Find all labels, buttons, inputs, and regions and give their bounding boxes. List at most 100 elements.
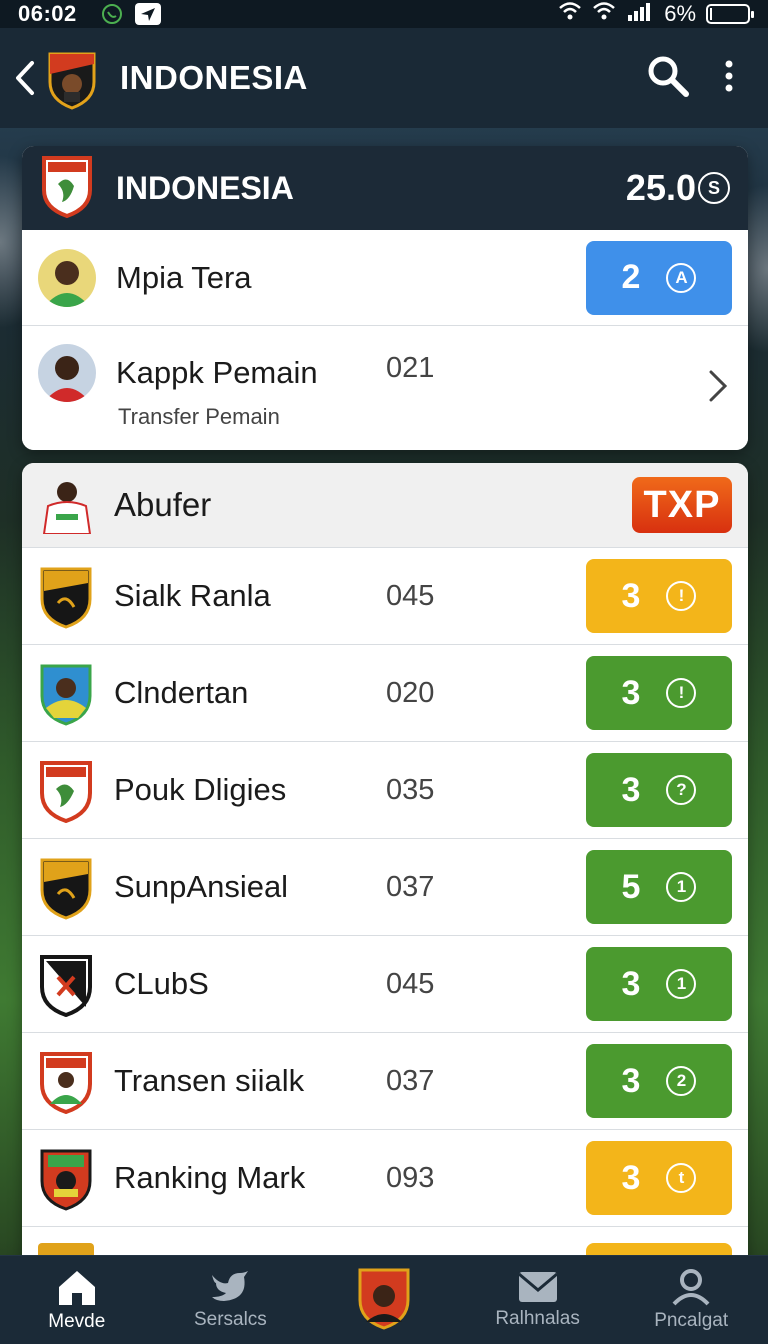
score-badge[interactable]: 3 1 — [586, 947, 732, 1021]
team-balance: 25.0 S — [626, 167, 730, 209]
nav-team[interactable] — [307, 1256, 461, 1344]
home-icon — [58, 1271, 95, 1305]
battery-percent: 6% — [664, 1, 696, 26]
club-code: 045 — [386, 579, 435, 612]
list-item[interactable]: Mpia Tera 2 A — [22, 230, 748, 326]
badge-icon: ! — [666, 581, 697, 611]
signal-icon — [626, 1, 654, 27]
score-badge[interactable]: 3 ? — [586, 753, 732, 827]
player-avatar — [38, 476, 96, 534]
club-code: 037 — [386, 870, 435, 903]
more-options-button[interactable] — [724, 59, 734, 98]
chevron-right-icon[interactable] — [708, 369, 728, 408]
score-value: 2 — [621, 258, 641, 296]
badge-icon: ! — [666, 678, 697, 708]
profile-icon — [672, 1269, 710, 1306]
list-item[interactable]: Transen siialk 037 3 2 — [22, 1033, 748, 1130]
nav-label: Mevde — [48, 1311, 106, 1332]
txp-badge[interactable]: TXP — [632, 477, 732, 533]
badge-icon: t — [666, 1163, 697, 1193]
nav-label: Pncalgat — [654, 1310, 729, 1331]
nav-label: Sersalcs — [193, 1309, 267, 1330]
score-badge[interactable]: 3 t — [586, 1141, 732, 1215]
club-name: Pouk Dligies — [114, 772, 287, 807]
club-name: Clndertan — [114, 675, 249, 710]
player-name: Mpia Tera — [116, 259, 252, 295]
airplane-icon — [134, 3, 161, 25]
club-crest-icon — [38, 1145, 94, 1211]
search-icon — [648, 56, 689, 97]
ranking-header: Abufer TXP — [22, 463, 748, 548]
player-name: Kappk Pemain — [116, 355, 318, 390]
list-item[interactable]: Clndertan 020 3 ! — [22, 645, 748, 742]
list-item[interactable]: Pouk Dligies 035 3 ? — [22, 742, 748, 839]
club-code: 045 — [386, 967, 435, 1000]
player-code: 021 — [386, 352, 435, 384]
player-avatar — [38, 344, 96, 402]
badge-icon: 1 — [666, 872, 697, 902]
player-subtitle: Transfer Pemain — [118, 404, 280, 429]
team-name: INDONESIA — [116, 169, 294, 206]
club-crest-icon — [38, 854, 94, 920]
bird-icon — [212, 1271, 249, 1301]
coin-icon: S — [698, 172, 730, 204]
badge-icon: A — [666, 262, 697, 293]
score-badge[interactable]: 5 1 — [586, 850, 732, 924]
score-value: 3 — [621, 576, 641, 615]
club-code: 035 — [386, 773, 435, 806]
score-value: 3 — [621, 964, 641, 1003]
score-value: 3 — [621, 770, 641, 809]
ranking-title: Abufer — [114, 486, 212, 523]
score-badge[interactable]: 3 ! — [586, 656, 732, 730]
back-button[interactable] — [4, 48, 46, 108]
player-avatar — [38, 248, 96, 307]
club-crest-icon — [38, 951, 94, 1018]
team-crest-icon — [40, 154, 94, 223]
wifi-icon — [558, 1, 582, 27]
list-item[interactable]: Ranking Mark 093 3 t — [22, 1130, 748, 1227]
score-badge[interactable]: 3 2 — [586, 1044, 732, 1118]
score-badge[interactable]: 2 A — [586, 240, 732, 315]
chevron-left-icon — [16, 61, 34, 95]
search-button[interactable] — [646, 54, 690, 103]
score-badge[interactable]: 3 ! — [586, 559, 732, 633]
team-summary-header: INDONESIA 25.0 S — [22, 146, 748, 230]
mail-icon — [517, 1272, 558, 1302]
battery-icon — [706, 4, 754, 24]
club-code: 020 — [386, 676, 435, 709]
ranking-card: Abufer TXP Sialk Ranla 045 3 ! Clndertan… — [22, 463, 748, 1263]
list-item[interactable]: CLubS 045 3 1 — [22, 936, 748, 1033]
list-item[interactable]: Kappk Pemain 021 Transfer Pemain — [22, 326, 748, 450]
page-title: INDONESIA — [120, 59, 308, 96]
club-crest-icon — [38, 757, 94, 824]
score-value: 3 — [621, 1061, 641, 1100]
list-item[interactable]: SunpAnsieal 037 5 1 — [22, 839, 748, 936]
club-crest-icon — [38, 563, 94, 629]
club-name: SunpAnsieal — [114, 869, 289, 904]
nav-social[interactable]: Sersalcs — [154, 1256, 308, 1344]
list-item[interactable]: Sialk Ranla 045 3 ! — [22, 548, 748, 645]
team-crest-icon — [46, 48, 98, 110]
badge-icon: 1 — [666, 969, 697, 999]
wifi-call-icon — [592, 1, 616, 27]
club-crest-icon — [38, 1048, 94, 1115]
club-code: 037 — [386, 1064, 435, 1097]
status-bar: 06:02 6% — [0, 0, 768, 28]
bottom-navigation: Mevde Sersalcs Ralhnalas Pncalgat — [0, 1255, 768, 1344]
team-summary-card: INDONESIA 25.0 S Mpia Tera 2 A Kappk Pem… — [22, 146, 748, 450]
nav-home[interactable]: Mevde — [0, 1256, 154, 1344]
club-name: Ranking Mark — [114, 1160, 306, 1195]
club-name: Transen siialk — [114, 1063, 305, 1098]
more-vertical-icon — [725, 60, 733, 91]
club-code: 093 — [386, 1161, 435, 1194]
badge-icon: 2 — [666, 1066, 697, 1096]
badge-icon: ? — [666, 775, 697, 805]
balance-value: 25.0 — [625, 167, 696, 208]
score-value: 5 — [621, 867, 641, 906]
status-time: 06:02 — [18, 1, 77, 26]
team-crest-icon — [358, 1268, 410, 1330]
nav-profile[interactable]: Pncalgat — [614, 1256, 768, 1344]
nav-messages[interactable]: Ralhnalas — [461, 1256, 615, 1344]
club-name: Sialk Ranla — [114, 578, 271, 613]
nav-label: Ralhnalas — [495, 1308, 580, 1329]
